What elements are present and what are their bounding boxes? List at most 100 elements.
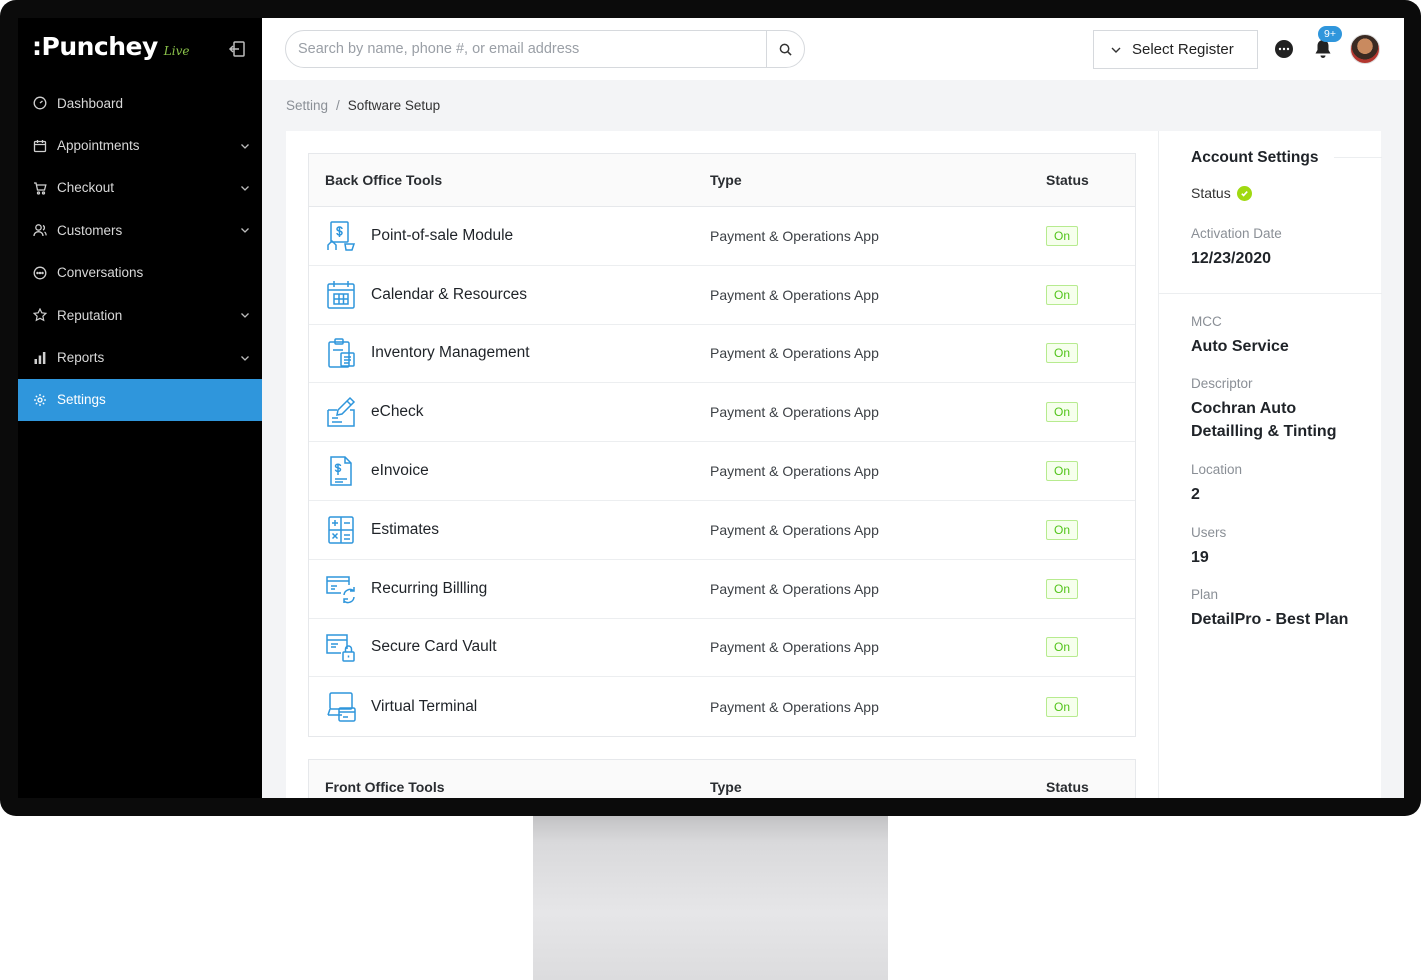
divider xyxy=(1159,293,1382,294)
header-status: Status xyxy=(1046,172,1089,188)
recurring-card-icon xyxy=(325,573,357,605)
table-row[interactable]: Recurring Billling Payment & Operations A… xyxy=(309,560,1135,619)
users-icon xyxy=(33,223,47,237)
search-button[interactable] xyxy=(766,31,804,67)
tool-status-cell: On xyxy=(1046,343,1135,364)
table-row[interactable]: eInvoice Payment & Operations App On xyxy=(309,442,1135,501)
card-lock-icon xyxy=(325,631,357,663)
tool-name-cell: Secure Card Vault xyxy=(309,631,710,663)
brand-logo[interactable]: :Punchey Live xyxy=(32,32,189,66)
status-badge[interactable]: On xyxy=(1046,343,1079,364)
chat-icon[interactable] xyxy=(1274,39,1294,59)
status-badge[interactable]: On xyxy=(1046,402,1079,423)
activation-date-label: Activation Date xyxy=(1191,226,1282,241)
notification-badge: 9+ xyxy=(1318,26,1342,42)
brand-badge: Live xyxy=(163,44,190,58)
sidebar-item-reputation[interactable]: Reputation xyxy=(18,294,262,336)
users-block: Users 19 xyxy=(1191,525,1371,569)
tool-status-cell: On xyxy=(1046,637,1135,658)
tool-name-echeck: eCheck xyxy=(371,403,424,421)
software-setup-card: Back Office Tools Type Status Point-of-s… xyxy=(286,131,1382,798)
tool-status-cell: On xyxy=(1046,402,1135,423)
tool-status-cell: On xyxy=(1046,578,1135,599)
table-row[interactable]: Inventory Management Payment & Operations… xyxy=(309,325,1135,384)
sidebar: :Punchey Live Dashboard Appointments Check… xyxy=(18,18,262,798)
sidebar-nav: Dashboard Appointments Checkout Customers Co… xyxy=(18,82,262,422)
table-row[interactable]: Point-of-sale Module Payment & Operations… xyxy=(309,207,1135,266)
cart-icon xyxy=(33,181,47,195)
tool-status-cell: On xyxy=(1046,225,1135,246)
location-block: Location 2 xyxy=(1191,462,1371,506)
table-row[interactable]: Calendar & Resources Payment & Operations… xyxy=(309,266,1135,325)
header-name: Back Office Tools xyxy=(325,172,443,188)
back-office-rows: Point-of-sale Module Payment & Operations… xyxy=(309,207,1135,736)
collapse-sidebar-icon[interactable] xyxy=(228,40,246,58)
sidebar-item-label: Appointments xyxy=(57,138,140,154)
avatar[interactable] xyxy=(1350,34,1380,64)
tool-name-cell: Calendar & Resources xyxy=(309,279,710,311)
sidebar-item-dashboard[interactable]: Dashboard xyxy=(18,82,262,124)
pos-icon xyxy=(325,220,357,252)
status-badge[interactable]: On xyxy=(1046,225,1079,246)
tools-column: Back Office Tools Type Status Point-of-s… xyxy=(308,153,1136,798)
status-badge[interactable]: On xyxy=(1046,578,1079,599)
chevron-down-icon xyxy=(1111,47,1121,53)
plan-label: Plan xyxy=(1191,587,1219,602)
tool-status-cell: On xyxy=(1046,696,1135,717)
breadcrumb-parent[interactable]: Setting xyxy=(286,98,328,113)
divider xyxy=(1334,157,1382,158)
calendar-grid-icon xyxy=(325,279,357,311)
descriptor-label: Descriptor xyxy=(1191,376,1253,391)
sidebar-item-label: Reports xyxy=(57,350,105,366)
tool-type: Payment & Operations App xyxy=(710,698,879,715)
tool-name-cell: eInvoice xyxy=(309,455,710,487)
activation-date-value: 12/23/2020 xyxy=(1191,250,1272,267)
status-badge[interactable]: On xyxy=(1046,461,1079,482)
search-icon xyxy=(779,43,792,56)
table-header: Front Office Tools Type Status xyxy=(309,760,1135,798)
tool-name-estimates: Estimates xyxy=(371,520,440,538)
status-badge[interactable]: On xyxy=(1046,637,1079,658)
location-label: Location xyxy=(1191,462,1243,477)
sidebar-item-customers[interactable]: Customers xyxy=(18,209,262,251)
bell-icon[interactable] xyxy=(1314,39,1332,59)
chevron-down-icon xyxy=(241,228,249,234)
sidebar-item-checkout[interactable]: Checkout xyxy=(18,167,262,209)
status-badge[interactable]: On xyxy=(1046,696,1079,717)
tool-name-point-of-sale-module: Point-of-sale Module xyxy=(371,226,514,244)
table-row[interactable]: eCheck Payment & Operations App On xyxy=(309,383,1135,443)
breadcrumb-current: Software Setup xyxy=(347,98,441,113)
dashboard-icon xyxy=(33,96,47,110)
back-office-table: Back Office Tools Type Status Point-of-s… xyxy=(308,153,1136,738)
check-circle-icon xyxy=(1236,185,1252,201)
header-name: Front Office Tools xyxy=(325,778,445,795)
status-badge[interactable]: On xyxy=(1046,519,1079,540)
tool-name-cell: Inventory Management xyxy=(309,337,710,369)
tool-type: Payment & Operations App xyxy=(710,404,879,421)
sidebar-item-label: Reputation xyxy=(57,307,123,323)
mcc-value: Auto Service xyxy=(1191,338,1289,355)
sidebar-item-conversations[interactable]: Conversations xyxy=(18,252,262,294)
sidebar-item-label: Customers xyxy=(57,222,123,238)
calendar-icon xyxy=(33,139,47,153)
sidebar-item-reports[interactable]: Reports xyxy=(18,336,262,378)
breadcrumb: Setting / Software Setup xyxy=(286,98,440,113)
table-row[interactable]: Virtual Terminal Payment & Operations App… xyxy=(309,677,1135,736)
table-row[interactable]: Secure Card Vault Payment & Operations Ap… xyxy=(309,619,1135,678)
search-input[interactable] xyxy=(286,31,766,67)
tool-name-einvoice: eInvoice xyxy=(371,462,429,480)
sidebar-item-settings[interactable]: Settings xyxy=(18,378,262,422)
terminal-icon xyxy=(325,691,357,723)
activation-date-block: Activation Date 12/23/2020 xyxy=(1191,226,1371,270)
tool-type: Payment & Operations App xyxy=(710,227,879,244)
select-register-dropdown[interactable]: Select Register xyxy=(1093,30,1258,69)
account-settings-panel: Account Settings Status Activation Date … xyxy=(1158,131,1382,798)
gear-icon xyxy=(33,393,47,407)
table-row[interactable]: Estimates Payment & Operations App On xyxy=(309,501,1135,560)
tool-status-cell: On xyxy=(1046,284,1135,305)
sidebar-item-appointments[interactable]: Appointments xyxy=(18,124,262,166)
select-register-label: Select Register xyxy=(1132,41,1234,58)
header-status: Status xyxy=(1046,778,1089,795)
header-type: Type xyxy=(710,172,742,188)
status-badge[interactable]: On xyxy=(1046,284,1079,305)
